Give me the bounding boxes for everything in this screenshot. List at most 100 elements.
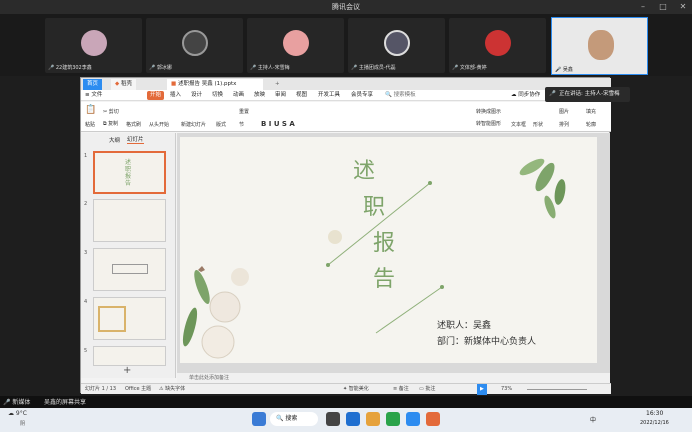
speaking-text: 正在讲话: 主持人-宋雪梅 <box>559 91 620 97</box>
participant-name: 🎤 文体部-黄婷 <box>452 65 487 71</box>
text-format-icons[interactable]: B I U S A <box>261 120 295 128</box>
zoom-level[interactable]: 73% <box>501 384 512 395</box>
reporter-text: 述职人：吴鑫 <box>437 321 492 331</box>
outline-button[interactable]: 轮廓 <box>586 121 596 128</box>
menu-insert[interactable]: 插入 <box>170 90 181 101</box>
wps-icon[interactable] <box>426 412 440 426</box>
avatar <box>485 30 511 56</box>
participant-tile[interactable]: 🎤 22建筑302李鑫 <box>45 18 142 73</box>
sync-button[interactable]: ☁ 同步协作 <box>511 90 540 101</box>
cut-button[interactable]: ✂ 剪切 <box>103 108 119 115</box>
convert-diagram-button[interactable]: 转换成图示 <box>476 108 501 115</box>
ribbon-toolbar: 📋 粘贴 ✂ 剪切 ⧉ 复制 格式刷 从头开始 新建幻灯片 版式 重置 节 B … <box>81 102 611 132</box>
add-slide-button[interactable]: + <box>123 365 131 376</box>
missing-font-button[interactable]: ⚠ 缺失字体 <box>159 384 185 395</box>
menu-animation[interactable]: 动画 <box>233 90 244 101</box>
notes-pane[interactable]: 单击此处添加备注 <box>177 373 610 383</box>
participant-name: 🎤 主持人-宋雪梅 <box>250 65 290 71</box>
close-icon[interactable]: ✕ <box>676 0 690 14</box>
format-painter-button[interactable]: 格式刷 <box>126 121 141 128</box>
screen-share-bar: 🎤 新媒体 吴鑫的屏幕共享 <box>0 396 692 408</box>
speaking-notice: 🎤 正在讲话: 主持人-宋雪梅 <box>545 87 630 102</box>
menu-developer[interactable]: 开发工具 <box>318 90 340 101</box>
weather-widget[interactable]: ☁ 9°C <box>8 410 27 417</box>
tencent-meeting-icon[interactable] <box>406 412 420 426</box>
minimize-icon[interactable]: – <box>636 0 650 14</box>
play-slideshow-button[interactable]: ▶ <box>477 384 487 395</box>
tab-outline[interactable]: 大纲 <box>109 136 120 144</box>
search-templates[interactable]: 🔍 搜索模板 <box>385 90 416 101</box>
weather-desc: 阴 <box>20 421 26 427</box>
app-icon[interactable] <box>346 412 360 426</box>
zoom-slider[interactable] <box>527 389 587 390</box>
self-video <box>588 30 614 60</box>
paste-button[interactable]: 粘贴 <box>85 121 95 128</box>
slide-thumbnail-1[interactable]: 述职报告 <box>93 151 166 194</box>
avatar <box>81 30 107 56</box>
slide-number: 1 <box>84 153 88 159</box>
new-slide-button[interactable]: 新建幻灯片 <box>181 121 206 128</box>
notes-toggle[interactable]: ≡ 备注 <box>393 384 409 395</box>
clock-date[interactable]: 2022/12/16 <box>640 420 669 426</box>
paste-icon[interactable]: 📋 <box>85 105 96 115</box>
menu-view[interactable]: 视图 <box>296 90 307 101</box>
clock-time[interactable]: 16:30 <box>646 410 663 417</box>
from-start-button[interactable]: 从头开始 <box>149 121 169 128</box>
title-char: 告 <box>373 267 396 292</box>
menu-member[interactable]: 会员专享 <box>351 90 373 101</box>
shape-button[interactable]: 形状 <box>533 121 543 128</box>
menu-start[interactable]: 开始 <box>147 91 165 100</box>
menu-slideshow[interactable]: 放映 <box>254 90 265 101</box>
reset-button[interactable]: 重置 <box>239 108 249 115</box>
share-label: 🎤 新媒体 <box>3 399 31 406</box>
participant-tile[interactable]: 🎤 主持人-宋雪梅 <box>247 18 344 73</box>
slide-thumbnail-4[interactable] <box>93 297 166 340</box>
tab-home[interactable]: 首页 <box>83 79 103 90</box>
window-title: 腾讯会议 <box>332 3 360 11</box>
self-camera-tile[interactable]: 🎤 吴鑫 <box>551 17 648 75</box>
tab-slides[interactable]: 幻灯片 <box>127 135 144 144</box>
smartart-button[interactable]: 转智能图形 <box>476 120 501 127</box>
search-box[interactable]: 🔍 搜索 <box>270 412 318 426</box>
participant-tile[interactable]: 🎤 文体部-黄婷 <box>449 18 546 73</box>
mic-icon: 🎤 <box>549 91 556 97</box>
menu-design[interactable]: 设计 <box>191 90 202 101</box>
maximize-icon[interactable]: □ <box>656 0 670 14</box>
menu-transition[interactable]: 切换 <box>212 90 223 101</box>
participant-tile[interactable]: 🎤 郭冰娜 <box>146 18 243 73</box>
fill-button[interactable]: 填充 <box>586 108 596 115</box>
slide-thumbnail-5[interactable] <box>93 346 166 366</box>
copy-button[interactable]: ⧉ 复制 <box>103 120 118 127</box>
start-menu-icon[interactable] <box>252 412 266 426</box>
slide-thumbnail-3[interactable] <box>93 248 166 291</box>
arrange-button[interactable]: 排列 <box>559 121 569 128</box>
participant-tile[interactable]: 🎤 主播团成员-代磊 <box>348 18 445 73</box>
picture-button[interactable]: 图片 <box>559 108 569 115</box>
participant-name: 🎤 22建筑302李鑫 <box>48 65 92 71</box>
slide-thumbnail-2[interactable] <box>93 199 166 242</box>
slide-number: 4 <box>84 299 88 305</box>
textbox-button[interactable]: 文本框 <box>511 121 526 128</box>
input-language[interactable]: 中 <box>590 415 596 424</box>
folder-icon[interactable] <box>366 412 380 426</box>
menu-file[interactable]: ≡ 文件 <box>85 90 102 101</box>
section-button[interactable]: 节 <box>239 121 244 128</box>
participant-name: 🎤 郭冰娜 <box>149 65 172 71</box>
beautify-button[interactable]: ✦ 智能美化 <box>343 384 369 395</box>
browser-icon[interactable] <box>386 412 400 426</box>
taskview-icon[interactable] <box>326 412 340 426</box>
tab-document[interactable]: ■ 述职报告 吴鑫 (1).pptx <box>167 79 263 90</box>
tab-docer[interactable]: ◆ 稻壳 <box>111 79 136 90</box>
slide-number: 3 <box>84 250 88 256</box>
new-tab-button[interactable]: + <box>271 79 284 90</box>
menu-review[interactable]: 审阅 <box>275 90 286 101</box>
layout-button[interactable]: 版式 <box>216 121 226 128</box>
slide-canvas[interactable]: 述 职 报 告 述职人：吴鑫 部门：新媒体中心负责人 <box>180 137 597 363</box>
share-screen-name: 吴鑫的屏幕共享 <box>44 399 87 406</box>
title-char: 述 <box>353 159 376 184</box>
wps-window: 首页 ◆ 稻壳 ■ 述职报告 吴鑫 (1).pptx + ≡ 文件 开始 插入 … <box>80 77 611 395</box>
title-char: 报 <box>373 231 396 256</box>
comment-toggle[interactable]: ▭ 批注 <box>419 384 435 395</box>
theme-name: Office 主题 <box>125 386 152 392</box>
self-name: 🎤 吴鑫 <box>555 67 573 73</box>
